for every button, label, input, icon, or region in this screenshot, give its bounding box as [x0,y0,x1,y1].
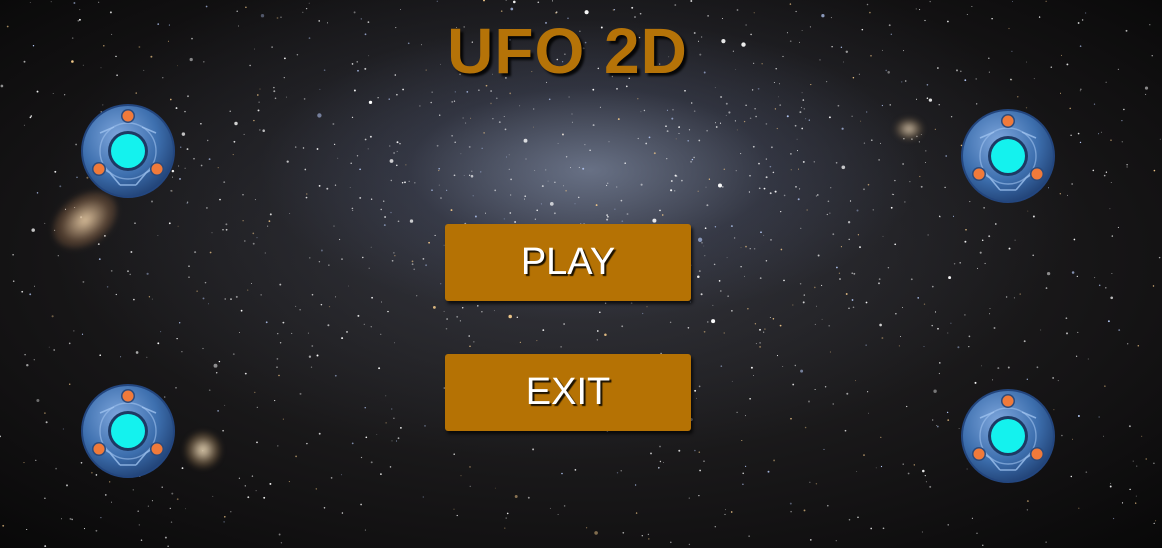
ufo-icon [81,104,175,198]
play-button[interactable]: PLAY [445,224,691,301]
ufo-icon [81,384,175,478]
exit-button[interactable]: EXIT [445,354,691,431]
galaxy-lower-left [185,432,221,468]
ufo-icon [961,109,1055,203]
play-button-label: PLAY [520,241,616,283]
galaxy-right [895,118,923,140]
exit-button-label: EXIT [525,371,611,413]
main-menu-screen: UFO 2D PLAY EXIT [0,0,1162,548]
ufo-icon [961,389,1055,483]
game-title: UFO 2D [447,15,688,87]
